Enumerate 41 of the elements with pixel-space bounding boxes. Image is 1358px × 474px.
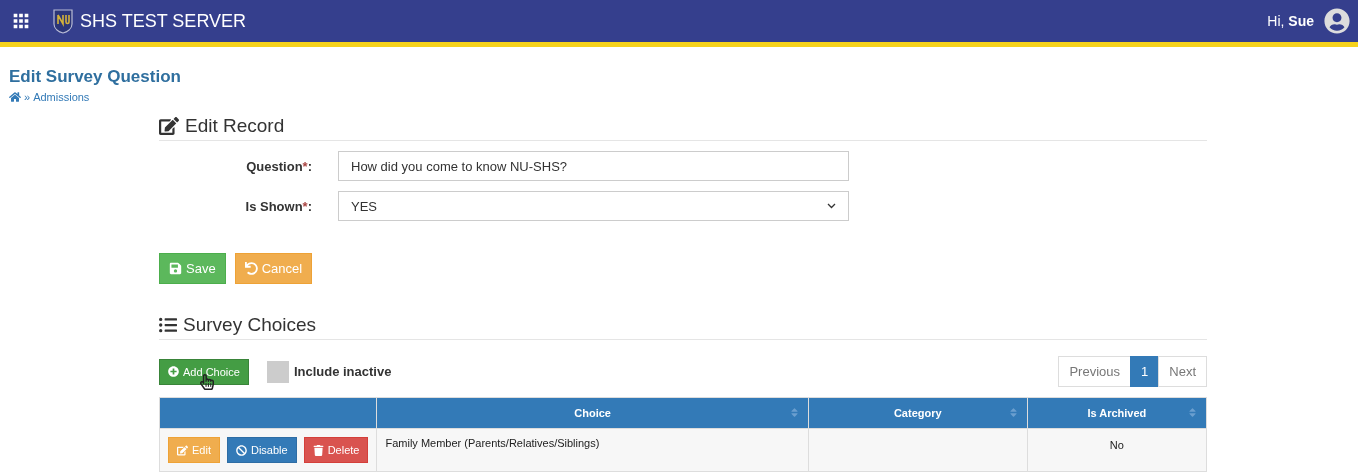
field-label: Is Shown*:: [244, 198, 312, 214]
hand-cursor-icon: [199, 374, 215, 390]
table-cell: Family Member (Parents/Relatives/Siblings): [376, 428, 809, 472]
table-cell: No: [1027, 428, 1207, 472]
floppy-icon: [169, 262, 182, 275]
checkbox-label: Include inactive: [293, 364, 392, 379]
pagination-button[interactable]: Next: [1158, 356, 1207, 387]
edit-icon: [159, 116, 179, 136]
page-title: Edit Survey Question: [9, 67, 182, 87]
school-crest-icon: [52, 8, 74, 34]
section-heading: Survey Choices: [183, 314, 317, 336]
column-header[interactable]: Is Archived: [1027, 397, 1207, 429]
pagination-button[interactable]: 1: [1130, 356, 1160, 387]
sort-icon[interactable]: [1007, 407, 1019, 418]
sort-icon[interactable]: [1187, 407, 1198, 418]
trash-icon: [312, 444, 324, 456]
list-icon: [159, 316, 177, 334]
checkbox[interactable]: [266, 360, 289, 383]
sort-icon[interactable]: [788, 407, 800, 418]
app-title: SHS TEST SERVER: [80, 10, 247, 32]
avatar-icon[interactable]: [1324, 8, 1350, 34]
breadcrumb-separator: »: [24, 91, 31, 103]
input-field[interactable]: How did you come to know NU-SHS?: [338, 151, 849, 181]
undo-icon: [244, 262, 258, 275]
select-field[interactable]: YES: [338, 191, 849, 221]
home-icon[interactable]: [9, 91, 21, 103]
field-label: Question*:: [245, 158, 312, 174]
save-button[interactable]: Save: [159, 253, 226, 284]
section-heading: Edit Record: [185, 115, 285, 137]
plus-icon: [168, 366, 179, 377]
column-header[interactable]: Category: [808, 397, 1028, 429]
column-header[interactable]: Choice: [376, 397, 809, 429]
delete-button[interactable]: Delete: [303, 437, 369, 463]
edit-icon: [177, 444, 188, 456]
ban-icon: [235, 444, 247, 456]
breadcrumb-link[interactable]: Admissions: [33, 91, 90, 103]
chevron-down-icon: [827, 203, 836, 209]
user-greeting: Hi, Sue: [1267, 13, 1314, 29]
disable-button[interactable]: Disable: [226, 437, 297, 463]
add-choice-button[interactable]: Add Choice: [159, 358, 249, 385]
pagination-button[interactable]: Previous: [1058, 356, 1132, 387]
